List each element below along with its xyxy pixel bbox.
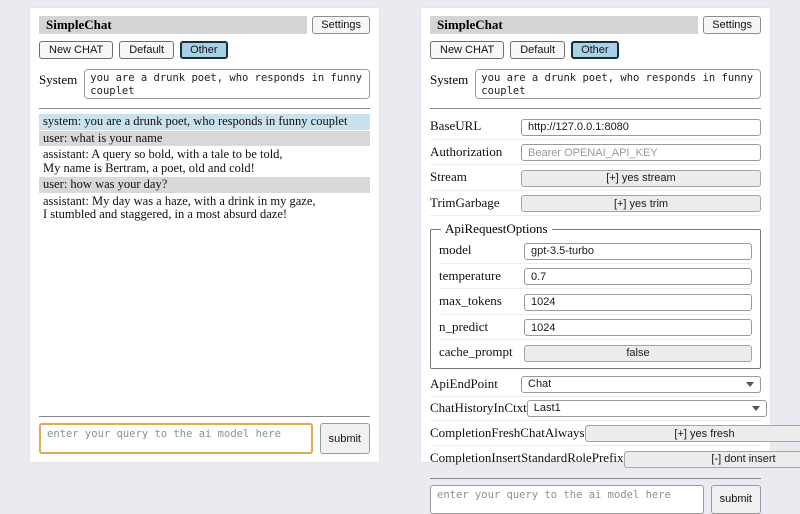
completion-fresh-toggle-button[interactable]: [+] yes fresh	[585, 425, 800, 442]
api-endpoint-selected-value: Chat	[528, 378, 551, 390]
divider	[430, 478, 761, 479]
system-prompt-textarea[interactable]: you are a drunk poet, who responds in fu…	[475, 69, 761, 99]
system-prompt-row: System you are a drunk poet, who respond…	[430, 69, 761, 99]
system-prompt-label: System	[39, 69, 77, 99]
api-request-options-legend: ApiRequestOptions	[441, 221, 552, 237]
setting-row-temperature: temperature	[439, 264, 752, 290]
n-predict-input[interactable]	[524, 319, 752, 336]
setting-row-authorization: Authorization	[430, 140, 761, 166]
authorization-input[interactable]	[521, 144, 761, 161]
trimgarbage-label: TrimGarbage	[430, 195, 500, 211]
app-title: SimpleChat	[430, 16, 698, 34]
setting-row-cache-prompt: cache_prompt false	[439, 340, 752, 365]
cache-prompt-toggle-button[interactable]: false	[524, 345, 752, 362]
divider	[39, 108, 370, 109]
model-label: model	[439, 242, 472, 258]
baseurl-input[interactable]	[521, 119, 761, 136]
query-bar: submit	[430, 485, 761, 514]
query-input[interactable]	[430, 485, 704, 514]
temperature-label: temperature	[439, 268, 501, 284]
chat-message-assistant: assistant: My day was a haze, with a dri…	[39, 194, 370, 223]
setting-row-completion-fresh-chat-always: CompletionFreshChatAlways [+] yes fresh	[430, 421, 761, 447]
settings-panel: SimpleChat Settings New CHAT Default Oth…	[421, 8, 770, 462]
spacer	[39, 224, 370, 411]
system-prompt-row: System you are a drunk poet, who respond…	[39, 69, 370, 99]
temperature-input[interactable]	[524, 268, 752, 285]
setting-row-stream: Stream [+] yes stream	[430, 165, 761, 191]
chat-message-list: system: you are a drunk poet, who respon…	[39, 114, 370, 224]
authorization-label: Authorization	[430, 144, 502, 160]
completion-fresh-chat-always-label: CompletionFreshChatAlways	[430, 425, 585, 441]
chat-message-user: user: how was your day?	[39, 177, 370, 193]
n-predict-label: n_predict	[439, 319, 488, 335]
stream-toggle-button[interactable]: [+] yes stream	[521, 170, 761, 187]
titlebar: SimpleChat Settings	[430, 16, 761, 34]
chat-history-in-ctxt-select[interactable]: Last1	[527, 400, 767, 417]
submit-button[interactable]: submit	[711, 485, 761, 514]
model-input[interactable]	[524, 243, 752, 260]
chat-history-selected-value: Last1	[534, 402, 561, 414]
setting-row-n-predict: n_predict	[439, 315, 752, 341]
setting-row-model: model	[439, 238, 752, 264]
default-chat-tab[interactable]: Default	[119, 41, 174, 59]
settings-toolbar: New CHAT Default Other	[430, 41, 761, 59]
setting-row-trimgarbage: TrimGarbage [+] yes trim	[430, 191, 761, 217]
cache-prompt-label: cache_prompt	[439, 344, 513, 360]
trimgarbage-toggle-button[interactable]: [+] yes trim	[521, 195, 761, 212]
submit-button[interactable]: submit	[320, 423, 370, 454]
api-request-options-group: ApiRequestOptions model temperature max_…	[430, 221, 761, 369]
system-prompt-textarea[interactable]: you are a drunk poet, who responds in fu…	[84, 69, 370, 99]
query-input[interactable]	[39, 423, 313, 454]
chat-message-user: user: what is your name	[39, 131, 370, 147]
chat-message-system: system: you are a drunk poet, who respon…	[39, 114, 370, 130]
setting-row-baseurl: BaseURL	[430, 114, 761, 140]
page: SimpleChat Settings New CHAT Default Oth…	[0, 0, 800, 480]
baseurl-label: BaseURL	[430, 118, 481, 134]
api-endpoint-label: ApiEndPoint	[430, 376, 498, 392]
default-chat-tab[interactable]: Default	[510, 41, 565, 59]
settings-button[interactable]: Settings	[312, 16, 370, 34]
max-tokens-input[interactable]	[524, 294, 752, 311]
setting-row-completion-insert-standard-role-prefix: CompletionInsertStandardRolePrefix [-] d…	[430, 446, 761, 472]
other-chat-tab[interactable]: Other	[180, 41, 228, 59]
completion-insert-toggle-button[interactable]: [-] dont insert	[624, 451, 800, 468]
setting-row-chat-history-in-ctxt: ChatHistoryInCtxt Last1	[430, 397, 761, 421]
new-chat-button[interactable]: New CHAT	[430, 41, 504, 59]
api-endpoint-select[interactable]: Chat	[521, 376, 761, 393]
other-chat-tab[interactable]: Other	[571, 41, 619, 59]
chevron-down-icon	[746, 382, 754, 387]
chat-history-in-ctxt-label: ChatHistoryInCtxt	[430, 400, 527, 416]
query-bar: submit	[39, 423, 370, 454]
setting-row-api-endpoint: ApiEndPoint Chat	[430, 373, 761, 397]
new-chat-button[interactable]: New CHAT	[39, 41, 113, 59]
titlebar: SimpleChat Settings	[39, 16, 370, 34]
stream-label: Stream	[430, 169, 467, 185]
divider	[39, 416, 370, 417]
chevron-down-icon	[752, 406, 760, 411]
completion-insert-standard-role-prefix-label: CompletionInsertStandardRolePrefix	[430, 450, 624, 466]
divider	[430, 108, 761, 109]
settings-button[interactable]: Settings	[703, 16, 761, 34]
chat-message-assistant: assistant: A query so bold, with a tale …	[39, 147, 370, 176]
chat-toolbar: New CHAT Default Other	[39, 41, 370, 59]
system-prompt-label: System	[430, 69, 468, 99]
app-title: SimpleChat	[39, 16, 307, 34]
max-tokens-label: max_tokens	[439, 293, 502, 309]
chat-panel: SimpleChat Settings New CHAT Default Oth…	[30, 8, 379, 462]
setting-row-max-tokens: max_tokens	[439, 289, 752, 315]
